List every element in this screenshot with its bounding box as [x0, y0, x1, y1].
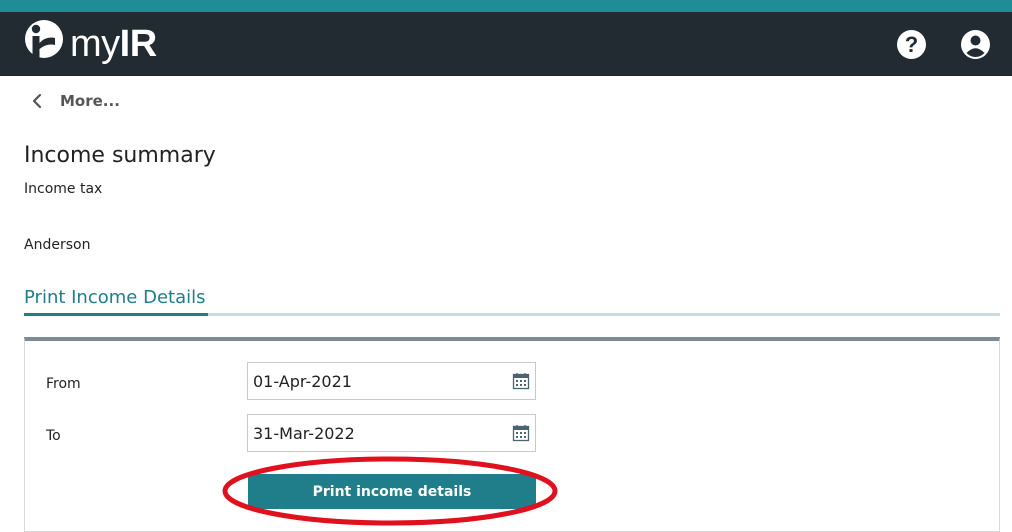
from-date-input[interactable]	[248, 363, 503, 399]
tab-active-underline	[24, 313, 208, 316]
top-accent-bar	[0, 0, 1012, 12]
from-label: From	[46, 376, 81, 392]
logo-text-my: my	[70, 23, 120, 65]
user-circle-icon[interactable]	[961, 30, 990, 59]
back-link[interactable]: More...	[30, 92, 120, 110]
back-link-label: More...	[60, 92, 120, 110]
print-income-panel: From To Prin	[24, 337, 1000, 532]
calendar-icon[interactable]	[512, 424, 530, 442]
myir-logo[interactable]: myIR	[24, 18, 157, 70]
to-label: To	[46, 428, 61, 444]
to-date-field[interactable]	[247, 414, 536, 452]
logo-text: myIR	[70, 25, 157, 63]
page-title: Income summary	[24, 143, 216, 168]
logo-text-ir: IR	[119, 23, 158, 65]
page-subtitle: Income tax	[24, 181, 103, 197]
tab-strip: Print Income Details	[24, 286, 1000, 318]
to-date-input[interactable]	[248, 415, 503, 451]
calendar-icon[interactable]	[512, 372, 530, 390]
app-header: myIR ?	[0, 12, 1012, 76]
chevron-left-icon	[32, 93, 42, 109]
myir-logo-icon	[25, 20, 63, 62]
print-income-details-button[interactable]: Print income details	[248, 474, 536, 509]
taxpayer-name: Anderson	[24, 237, 91, 253]
tab-print-income-details[interactable]: Print Income Details	[24, 286, 206, 310]
question-circle-icon[interactable]: ?	[897, 30, 926, 59]
from-date-field[interactable]	[247, 362, 536, 400]
